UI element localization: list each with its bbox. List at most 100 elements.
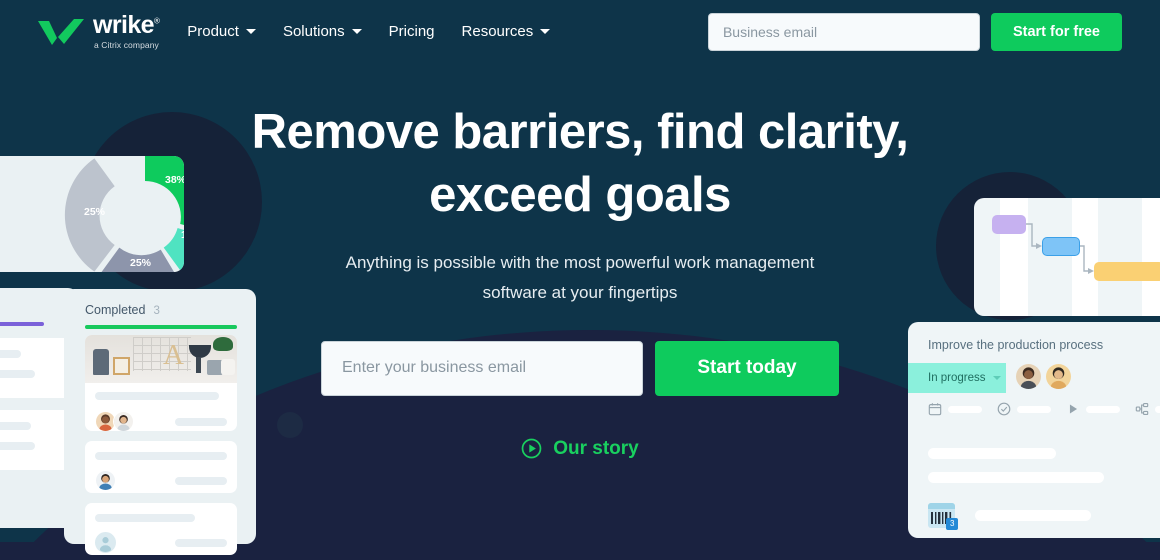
- play-icon[interactable]: [1066, 402, 1080, 416]
- avatar-image: [96, 471, 115, 490]
- avatar[interactable]: [1016, 364, 1041, 389]
- column-count-badge: 3: [153, 305, 160, 317]
- hierarchy-icon[interactable]: [1135, 402, 1149, 416]
- list-item-placeholder-line: [0, 442, 35, 450]
- avatar-image: [1016, 364, 1041, 389]
- donut-chart-widget: 38% 12% 25% 25%: [0, 156, 184, 272]
- avatar-placeholder[interactable]: [95, 532, 116, 553]
- donut-value-label-4: 25%: [84, 206, 106, 218]
- hero-title-line-2: exceed goals: [429, 167, 731, 222]
- donut-value-label-1: 38%: [165, 174, 184, 186]
- meta-placeholder-bar: [948, 405, 982, 413]
- photo-plant: [213, 337, 233, 351]
- background-dot: [277, 412, 303, 438]
- logo-text: wrike® a Citrix company: [93, 11, 160, 51]
- list-item[interactable]: [0, 410, 74, 470]
- avatar-image: [114, 412, 133, 431]
- avatar[interactable]: [95, 470, 116, 491]
- task-meta-row: [95, 470, 227, 491]
- hero-signup-form: Start today: [321, 340, 839, 396]
- task-card-body: [85, 503, 237, 555]
- start-today-button[interactable]: Start today: [655, 340, 839, 396]
- gantt-bar-task-1[interactable]: [992, 215, 1026, 234]
- list-item-placeholder-line: [0, 370, 35, 378]
- logo-tagline: a Citrix company: [94, 40, 159, 51]
- wrike-logo[interactable]: wrike® a Citrix company: [38, 11, 160, 51]
- task-meta-icon-row: [928, 402, 1160, 416]
- task-card[interactable]: A: [85, 335, 237, 431]
- nav-item-solutions[interactable]: Solutions: [283, 23, 362, 40]
- hero-subtitle: Anything is possible with the most power…: [345, 248, 815, 306]
- task-detail-card: Improve the production process In progre…: [908, 322, 1160, 538]
- photo-object: [196, 357, 201, 373]
- task-card-body: [85, 383, 237, 431]
- chevron-down-icon: [351, 29, 362, 34]
- nav-item-pricing[interactable]: Pricing: [389, 23, 435, 40]
- avatar-image: [1046, 364, 1071, 389]
- attachment-count-badge: 3: [946, 518, 959, 530]
- donut-chart: 38% 12% 25% 25%: [64, 156, 184, 272]
- meta-placeholder-bar: [1086, 405, 1120, 413]
- nav-label-solutions: Solutions: [282, 23, 345, 40]
- task-card[interactable]: [85, 441, 237, 493]
- person-icon: [99, 537, 112, 552]
- task-meta-row: [95, 532, 227, 553]
- task-detail-title: Improve the production process: [928, 338, 1104, 352]
- nav-item-product[interactable]: Product: [187, 23, 256, 40]
- nav-label-resources: Resources: [461, 23, 534, 40]
- header-actions: Start for free: [707, 12, 1122, 51]
- gantt-bar-task-3[interactable]: [1094, 262, 1160, 281]
- logo-wordmark-text: wrike: [93, 11, 155, 40]
- task-card-body: [85, 441, 237, 493]
- gantt-bar-task-2[interactable]: [1042, 237, 1080, 256]
- nav-label-pricing: Pricing: [388, 23, 435, 40]
- task-card[interactable]: [85, 503, 237, 555]
- main-navigation: Product Solutions Pricing Resources: [187, 23, 551, 40]
- completed-board-column: Completed 3 A: [64, 289, 256, 555]
- chevron-down-icon: [992, 376, 1001, 380]
- meta-placeholder-bar: [1155, 405, 1160, 413]
- photo-letter-a: A: [163, 339, 184, 371]
- our-story-label: Our story: [553, 437, 639, 459]
- hero-subtitle-line-1: Anything is possible with the most power…: [345, 253, 711, 273]
- description-placeholder-line: [928, 472, 1104, 483]
- start-for-free-button[interactable]: Start for free: [990, 12, 1122, 51]
- play-circle-icon: [521, 439, 542, 459]
- avatar[interactable]: [113, 411, 134, 431]
- task-meta-row: [95, 411, 227, 431]
- page-title: Remove barriers, find clarity, exceed go…: [220, 101, 940, 226]
- description-placeholder-line: [928, 448, 1056, 459]
- task-placeholder-line: [175, 417, 227, 426]
- task-assignees: [1016, 364, 1071, 389]
- list-item[interactable]: [0, 338, 74, 398]
- header-email-input[interactable]: [707, 12, 980, 51]
- calendar-icon[interactable]: [928, 402, 942, 416]
- hero-email-input[interactable]: [321, 340, 643, 396]
- donut-slice-1: [145, 156, 184, 225]
- donut-value-label-2: 12%: [181, 229, 184, 241]
- task-placeholder-line: [175, 476, 227, 485]
- task-placeholder-line: [175, 538, 227, 547]
- avatar[interactable]: [1046, 364, 1071, 389]
- attachment-placeholder-line: [975, 510, 1091, 521]
- site-header: wrike® a Citrix company Product Solution…: [0, 0, 1160, 63]
- column-accent-bar-purple: [0, 322, 44, 326]
- hero-page: wrike® a Citrix company Product Solution…: [0, 0, 1160, 560]
- photo-object: [221, 359, 235, 375]
- chevron-down-icon: [540, 29, 551, 34]
- list-item-placeholder-line: [0, 422, 31, 430]
- logo-wordmark: wrike®: [93, 11, 160, 40]
- check-circle-icon[interactable]: [997, 402, 1011, 416]
- status-badge-label: In progress: [928, 372, 986, 384]
- list-item-placeholder-line: [0, 350, 21, 358]
- nav-item-resources[interactable]: Resources: [462, 23, 551, 40]
- status-badge[interactable]: In progress: [908, 363, 1006, 393]
- donut-value-label-3: 25%: [130, 257, 152, 269]
- column-header: Completed 3: [85, 303, 160, 317]
- task-placeholder-line: [95, 514, 195, 522]
- task-placeholder-line: [95, 392, 219, 400]
- gantt-chart-widget: [974, 198, 1160, 316]
- meta-placeholder-bar: [1017, 405, 1051, 413]
- photo-object: [113, 357, 130, 375]
- our-story-link[interactable]: Our story: [521, 438, 639, 460]
